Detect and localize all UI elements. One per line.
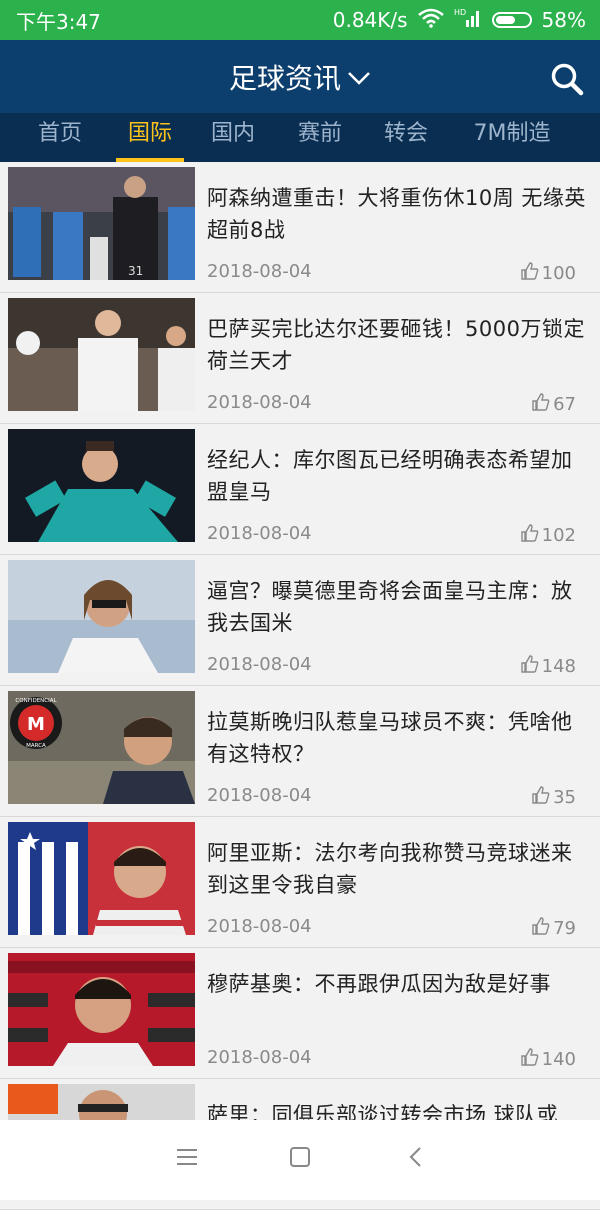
article-title: 逼宫？曝莫德里奇将会面皇马主席：放我去国米 [207,579,573,635]
thumbs-up-icon [531,392,551,417]
badge-word-1: CONFIDENCIAL [15,698,57,704]
chevron-down-icon [347,60,371,93]
thumbs-up-icon [520,1047,540,1072]
battery-icon [491,12,532,28]
app-header: 足球资讯 [0,40,600,113]
section-dropdown[interactable]: 足球资讯 [229,57,371,97]
like-count[interactable]: 35 [531,785,576,810]
thumbs-up-icon [520,523,540,548]
article-date: 2018-08-04 [207,392,312,413]
list-item[interactable]: 阿里亚斯：法尔考向我称赞马竞球迷来到这里令我自豪 2018-08-04 79 [0,817,600,948]
list-item[interactable]: 巴萨买完比达尔还要砸钱！5000万锁定荷兰天才 2018-08-04 67 [0,293,600,424]
tab-domestic[interactable]: 国内 [203,113,263,162]
article-list: 31 阿森纳遭重击！大将重伤休10周 无缘英超前8战 2018-08-04 10… [0,162,600,1210]
list-item[interactable]: 经纪人：库尔图瓦已经明确表态希望加盟皇马 2018-08-04 102 [0,424,600,555]
article-title: 经纪人：库尔图瓦已经明确表态希望加盟皇马 [207,448,573,504]
like-count[interactable]: 148 [520,654,576,679]
home-icon[interactable] [289,1146,311,1172]
article-title: 阿森纳遭重击！大将重伤休10周 无缘英超前8战 [207,186,586,242]
article-date: 2018-08-04 [207,785,312,806]
article-title: 巴萨买完比达尔还要砸钱！5000万锁定荷兰天才 [207,317,585,373]
badge-letter: M [27,714,45,735]
list-item[interactable]: M CONFIDENCIAL MARCA 拉莫斯晚归队惹皇马球员不爽：凭啥他有这… [0,686,600,817]
hd-label: HD [454,8,466,17]
network-speed: 0.84K/s [332,8,408,32]
article-date: 2018-08-04 [207,523,312,544]
article-thumbnail [8,560,195,673]
system-nav-bar [0,1120,600,1200]
article-title: 穆萨基奥：不再跟伊瓜因为敌是好事 [207,972,551,996]
search-icon[interactable] [550,62,584,100]
list-item[interactable]: 穆萨基奥：不再跟伊瓜因为敌是好事 2018-08-04 140 [0,948,600,1079]
tab-7m-made[interactable]: 7M制造 [462,113,562,162]
like-count[interactable]: 102 [520,523,576,548]
article-date: 2018-08-04 [207,654,312,675]
thumbs-up-icon [520,654,540,679]
jersey-number: 31 [128,264,143,278]
badge-word-2: MARCA [26,743,46,749]
category-tabs: 首页 国际 国内 赛前 转会 7M制造 [0,113,600,162]
like-count[interactable]: 67 [531,392,576,417]
article-thumbnail: M CONFIDENCIAL MARCA [8,691,195,804]
article-thumbnail [8,429,195,542]
like-count[interactable]: 100 [520,261,576,286]
list-item[interactable]: 31 阿森纳遭重击！大将重伤休10周 无缘英超前8战 2018-08-04 10… [0,162,600,293]
status-bar: 下午3:47 0.84K/s HD 58% [0,0,600,40]
tab-home[interactable]: 首页 [30,113,90,162]
signal-icon: HD [454,7,482,34]
tab-prematch[interactable]: 赛前 [290,113,350,162]
article-thumbnail [8,822,195,935]
page-title: 足球资讯 [228,61,341,95]
list-item[interactable]: 逼宫？曝莫德里奇将会面皇马主席：放我去国米 2018-08-04 148 [0,555,600,686]
status-time: 下午3:47 [16,9,101,34]
battery-percent: 58% [541,8,586,32]
status-indicators: 0.84K/s HD 58% [333,7,586,34]
menu-icon[interactable] [176,1146,198,1172]
article-date: 2018-08-04 [207,916,312,937]
thumbs-up-icon [531,916,551,941]
article-date: 2018-08-04 [207,1047,312,1068]
thumbs-up-icon [531,785,551,810]
wifi-icon [417,8,444,33]
article-thumbnail: 31 [8,167,195,280]
article-title: 阿里亚斯：法尔考向我称赞马竞球迷来到这里令我自豪 [207,841,573,897]
like-count[interactable]: 140 [520,1047,576,1072]
article-thumbnail [8,953,195,1066]
tab-international[interactable]: 国际 [116,113,184,162]
tab-transfers[interactable]: 转会 [376,113,436,162]
article-title: 拉莫斯晚归队惹皇马球员不爽：凭啥他有这特权？ [207,710,573,766]
like-count[interactable]: 79 [531,916,576,941]
article-date: 2018-08-04 [207,261,312,282]
article-thumbnail [8,298,195,411]
thumbs-up-icon [520,261,540,286]
back-icon[interactable] [405,1146,427,1172]
